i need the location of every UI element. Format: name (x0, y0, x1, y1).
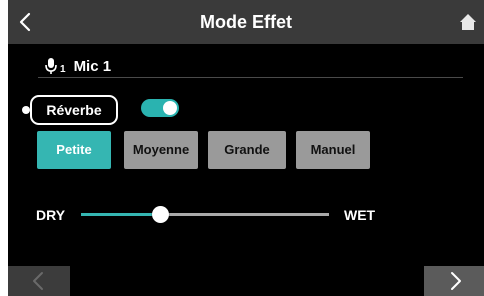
size-button-moyenne[interactable]: Moyenne (124, 131, 198, 169)
callout-dot (22, 106, 30, 114)
header-bar: Mode Effet (8, 0, 484, 44)
microphone-icon (45, 58, 57, 74)
chevron-right-icon (451, 272, 461, 290)
home-icon[interactable] (458, 12, 478, 32)
screen: Mode Effet 1 Mic 1 Réverbe Petite Moyenn… (8, 0, 484, 296)
reverb-label: Réverbe (30, 95, 118, 125)
wet-label: WET (344, 207, 376, 223)
size-button-grande[interactable]: Grande (208, 131, 286, 169)
mic-channel-label: 1 Mic 1 (44, 55, 111, 77)
chevron-left-icon (33, 272, 43, 290)
device-frame: Mode Effet 1 Mic 1 Réverbe Petite Moyenn… (0, 0, 484, 296)
slider-fill (81, 213, 161, 216)
mic-label: Mic 1 (73, 57, 112, 75)
previous-page-button[interactable] (8, 266, 70, 296)
page-title: Mode Effet (200, 12, 292, 32)
size-button-manuel[interactable]: Manuel (296, 131, 370, 169)
dry-label: DRY (36, 207, 66, 223)
toggle-knob (163, 101, 177, 115)
size-button-petite[interactable]: Petite (37, 131, 111, 169)
mic-number: 1 (60, 63, 66, 75)
next-page-button[interactable] (424, 266, 484, 296)
divider (38, 77, 463, 78)
mix-slider[interactable] (81, 206, 329, 223)
slider-thumb[interactable] (151, 206, 169, 223)
reverb-toggle[interactable] (141, 99, 179, 117)
